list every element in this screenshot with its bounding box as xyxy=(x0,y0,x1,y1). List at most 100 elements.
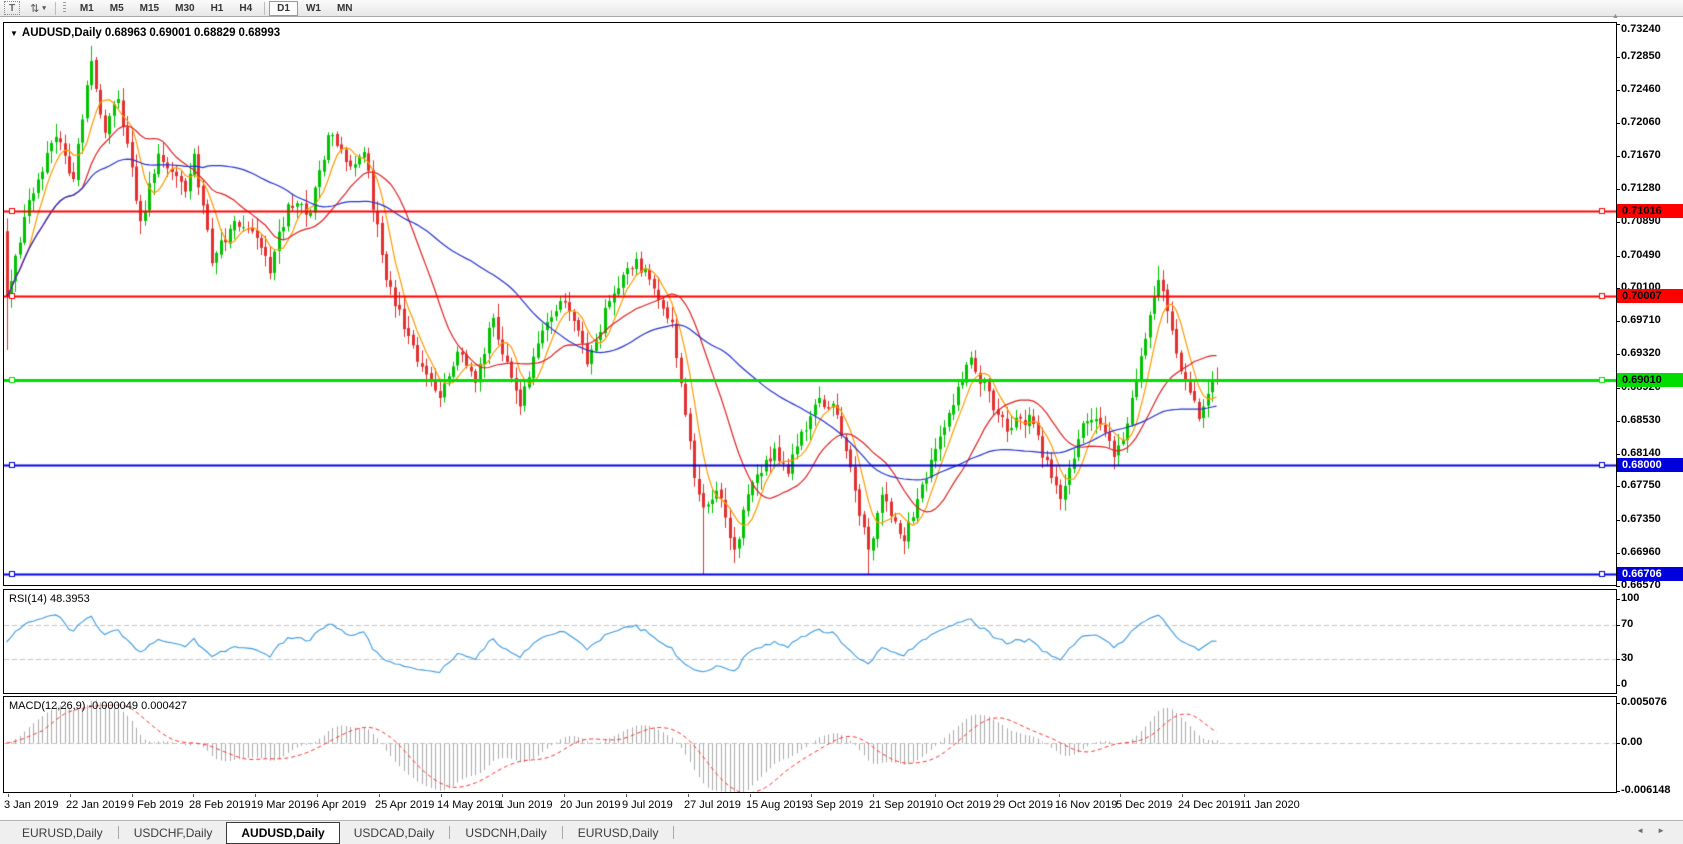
date-tick-dash xyxy=(873,794,874,797)
timeframe-button-mn[interactable]: MN xyxy=(329,1,361,16)
date-tick-dash xyxy=(193,794,194,797)
chart-tab-bar: EURUSD,DailyUSDCHF,DailyAUDUSD,DailyUSDC… xyxy=(0,820,1683,844)
price-tick-label: 0.70490 xyxy=(1621,249,1661,261)
date-tick-dash xyxy=(997,794,998,797)
price-level-chip-0.70007: 0.70007 xyxy=(1617,289,1683,303)
date-tick-dash xyxy=(1182,794,1183,797)
timeframe-button-m15[interactable]: M15 xyxy=(132,1,167,16)
price-tick-label: 0.69710 xyxy=(1621,314,1661,326)
arrange-sort-button[interactable]: ⇅ ▾ xyxy=(26,1,50,15)
date-tick-dash xyxy=(626,794,627,797)
date-label: 1 Jun 2019 xyxy=(498,799,552,811)
timeframe-button-h1[interactable]: H1 xyxy=(203,1,232,16)
price-chart-canvas[interactable] xyxy=(4,23,1616,585)
macd-canvas[interactable] xyxy=(4,697,1616,792)
rsi-tick-dash xyxy=(1616,685,1620,686)
date-label: 20 Jun 2019 xyxy=(560,799,621,811)
timeframe-button-m5[interactable]: M5 xyxy=(102,1,132,16)
tab-separator xyxy=(562,826,563,839)
timeframe-button-d1[interactable]: D1 xyxy=(269,1,298,16)
rsi-panel: RSI(14) 48.3953 xyxy=(3,589,1617,694)
tab-eurusd-daily-5[interactable]: EURUSD,Daily xyxy=(564,823,673,843)
price-tick-label: 0.68530 xyxy=(1621,414,1661,426)
price-tick-label: 0.66960 xyxy=(1621,546,1661,558)
date-label: 24 Dec 2019 xyxy=(1178,799,1240,811)
date-tick-dash xyxy=(441,794,442,797)
date-label: 14 May 2019 xyxy=(437,799,501,811)
macd-label: MACD(12,26,9) -0.000049 0.000427 xyxy=(9,700,187,712)
tab-usdcad-daily-3[interactable]: USDCAD,Daily xyxy=(340,823,449,843)
tab-usdchf-daily-1[interactable]: USDCHF,Daily xyxy=(120,823,227,843)
price-tick-label: 0.67350 xyxy=(1621,513,1661,525)
price-tick-dash xyxy=(1616,388,1620,389)
rsi-tick-label: 100 xyxy=(1621,592,1639,604)
price-tick-label: 0.72060 xyxy=(1621,116,1661,128)
date-label: 15 Aug 2019 xyxy=(746,799,808,811)
price-level-chip-0.71016: 0.71016 xyxy=(1617,204,1683,218)
ohlc-high: 0.69001 xyxy=(149,27,191,39)
date-label: 28 Feb 2019 xyxy=(189,799,251,811)
toolbar-grip-handle[interactable] xyxy=(63,2,66,14)
date-label: 9 Feb 2019 xyxy=(128,799,184,811)
date-label: 6 Apr 2019 xyxy=(313,799,366,811)
macd-tick-dash xyxy=(1616,791,1620,792)
date-label: 22 Jan 2019 xyxy=(66,799,127,811)
price-tick-label: 0.69320 xyxy=(1621,347,1661,359)
tab-scroll-right-icon[interactable]: ► xyxy=(1657,826,1665,835)
timeframe-button-m30[interactable]: M30 xyxy=(167,1,202,16)
toolbar: T ⇅ ▾ M1M5M15M30H1H4 D1W1MN xyxy=(0,0,1683,17)
price-tick-dash xyxy=(1616,222,1620,223)
collapse-triangle-icon[interactable]: ▼ xyxy=(10,29,18,38)
tab-audusd-daily-2[interactable]: AUDUSD,Daily xyxy=(226,822,339,844)
date-label: 3 Jan 2019 xyxy=(4,799,58,811)
price-tick-dash xyxy=(1616,586,1620,587)
date-tick-dash xyxy=(379,794,380,797)
price-tick-dash xyxy=(1616,57,1620,58)
date-tick-dash xyxy=(1059,794,1060,797)
price-tick-dash xyxy=(1616,486,1620,487)
rsi-tick-label: 0 xyxy=(1621,678,1627,690)
scroll-up-icon[interactable]: ▲ xyxy=(1612,13,1619,20)
date-tick-dash xyxy=(935,794,936,797)
date-label: 21 Sep 2019 xyxy=(869,799,931,811)
tab-scroll-left-icon[interactable]: ◄ xyxy=(1636,826,1644,835)
date-tick-dash xyxy=(750,794,751,797)
date-tick-dash xyxy=(502,794,503,797)
ohlc-close: 0.68993 xyxy=(239,27,281,39)
timeframe-button-h4[interactable]: H4 xyxy=(231,1,260,16)
date-tick-dash xyxy=(70,794,71,797)
price-tick-dash xyxy=(1616,553,1620,554)
timeframe-button-w1[interactable]: W1 xyxy=(298,1,329,16)
tab-separator xyxy=(449,826,450,839)
date-tick-dash xyxy=(132,794,133,797)
price-tick-dash xyxy=(1616,90,1620,91)
rsi-canvas[interactable] xyxy=(4,590,1616,693)
rsi-tick-dash xyxy=(1616,599,1620,600)
chart-symbol-period: AUDUSD,Daily xyxy=(22,27,102,39)
price-tick-label: 0.71670 xyxy=(1621,149,1661,161)
price-tick-dash xyxy=(1616,520,1620,521)
price-tick-dash xyxy=(1616,123,1620,124)
date-tick-dash xyxy=(317,794,318,797)
date-tick-dash xyxy=(811,794,812,797)
timeframe-button-m1[interactable]: M1 xyxy=(72,1,102,16)
date-tick-dash xyxy=(1244,794,1245,797)
price-level-chip-0.68000: 0.68000 xyxy=(1617,458,1683,472)
tab-eurusd-daily-0[interactable]: EURUSD,Daily xyxy=(8,823,117,843)
price-tick-dash xyxy=(1616,156,1620,157)
price-level-chip-0.69010: 0.69010 xyxy=(1617,373,1683,387)
ohlc-low: 0.68829 xyxy=(194,27,236,39)
tab-separator xyxy=(118,826,119,839)
ohlc-open: 0.68963 xyxy=(105,27,147,39)
macd-panel: MACD(12,26,9) -0.000049 0.000427 xyxy=(3,696,1617,793)
price-tick-label: 0.72850 xyxy=(1621,50,1661,62)
text-tool-button[interactable]: T xyxy=(4,1,20,15)
price-tick-dash xyxy=(1616,421,1620,422)
date-tick-dash xyxy=(1120,794,1121,797)
date-label: 27 Jul 2019 xyxy=(684,799,741,811)
macd-tick-label: 0.00 xyxy=(1621,736,1642,748)
tab-usdcnh-daily-4[interactable]: USDCNH,Daily xyxy=(451,823,560,843)
price-tick-label: 0.67750 xyxy=(1621,479,1661,491)
date-label: 29 Oct 2019 xyxy=(993,799,1053,811)
price-tick-dash xyxy=(1616,256,1620,257)
